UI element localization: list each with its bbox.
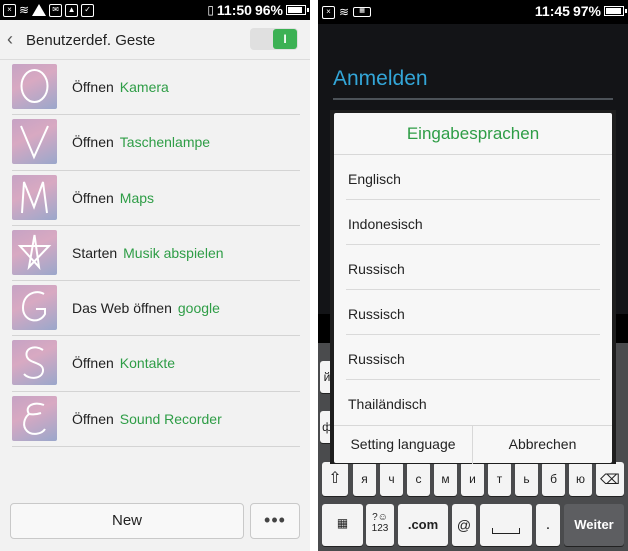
key[interactable]: и	[461, 462, 484, 496]
status-time: 11:50	[216, 2, 252, 18]
setting-language-button[interactable]: Setting language	[334, 426, 473, 464]
toggle-knob: I	[273, 29, 297, 49]
battery-icon	[286, 5, 309, 15]
gesture-action: Das Web öffnen	[72, 300, 172, 317]
checkbox-icon: ✓	[81, 3, 95, 17]
notification-x-icon: ×	[322, 5, 335, 19]
space-key[interactable]	[480, 504, 532, 546]
gesture-action: Öffnen	[72, 355, 114, 372]
key[interactable]: т	[488, 462, 511, 496]
mail-icon: ✉	[49, 3, 63, 17]
gesture-row[interactable]: Öffnen Taschenlampe	[0, 115, 310, 171]
key[interactable]: я	[353, 462, 376, 496]
gesture-action: Starten	[72, 244, 118, 261]
gesture-e-icon	[12, 395, 57, 441]
symbols-bottom-label: 123	[371, 523, 389, 534]
shift-key[interactable]: ⇧	[322, 462, 348, 496]
language-item[interactable]: Thailändisch	[334, 380, 612, 425]
gesture-toggle[interactable]: I	[250, 28, 298, 50]
gesture-target: google	[177, 300, 220, 317]
wifi-icon: ≋	[339, 5, 350, 19]
gesture-star-icon	[12, 229, 57, 275]
gesture-target: Maps	[119, 189, 155, 206]
gesture-target: Taschenlampe	[119, 134, 211, 151]
gesture-target: Musik abspielen	[123, 244, 224, 261]
gesture-v-icon	[12, 119, 57, 165]
language-item[interactable]: Indonesisch	[334, 200, 612, 245]
image-icon: ▲	[65, 3, 79, 17]
language-label: Englisch	[348, 171, 401, 187]
title-underline	[333, 98, 613, 100]
battery-icon	[604, 6, 627, 16]
dialog-buttons: Setting language Abbrechen	[334, 425, 612, 464]
gesture-action: Öffnen	[72, 79, 114, 95]
gesture-s-icon	[12, 340, 57, 386]
notification-x-icon: ×	[3, 3, 16, 17]
header-bar: ‹ Benutzerdef. Geste I	[0, 20, 310, 60]
status-bar: × ≋ ▦ 11:45 97%	[318, 0, 628, 24]
status-time: 11:45	[534, 3, 570, 19]
gesture-target: Kontakte	[119, 355, 176, 372]
wifi-icon: ≋	[19, 3, 30, 17]
key[interactable]: б	[542, 462, 565, 496]
keyboard-notification-icon: ▦	[353, 7, 372, 17]
dot-com-key[interactable]: .com	[398, 504, 448, 546]
language-item[interactable]: Russisch	[334, 290, 612, 335]
symbols-key[interactable]: ?☺ 123	[366, 504, 394, 546]
battery-percent: 96%	[254, 2, 283, 18]
gesture-row[interactable]: Starten Musik abspielen	[0, 226, 310, 282]
key[interactable]: м	[434, 462, 457, 496]
keyboard-layout-icon: ▦	[336, 516, 349, 530]
key[interactable]: ь	[515, 462, 538, 496]
language-label: Indonesisch	[348, 216, 423, 232]
language-item[interactable]: Englisch	[334, 155, 612, 200]
language-item[interactable]: Russisch	[334, 245, 612, 290]
gesture-g-icon	[12, 285, 57, 331]
symbols-top-label: ?☺	[372, 512, 388, 523]
gesture-target: Kamera	[119, 79, 169, 95]
gesture-row[interactable]: Öffnen Maps	[0, 171, 310, 226]
vibrate-icon: ▯	[207, 3, 214, 17]
more-options-button[interactable]: •••	[250, 503, 300, 539]
status-bar: × ≋ ✉ ▲ ✓ ▯ 11:50 96%	[0, 0, 310, 20]
login-title: Anmelden	[333, 67, 428, 90]
bottom-bar: New •••	[0, 500, 310, 551]
language-list: Englisch Indonesisch Russisch Russisch R…	[334, 155, 612, 425]
cancel-button[interactable]: Abbrechen	[473, 426, 612, 464]
emoji-key[interactable]: ▦	[322, 504, 363, 546]
language-label: Thailändisch	[348, 396, 427, 412]
period-key[interactable]: .	[536, 504, 560, 546]
gesture-row[interactable]: Öffnen Sound Recorder	[0, 392, 310, 448]
gesture-m-icon	[12, 174, 57, 220]
gesture-list: Öffnen Kamera Öffnen Taschenlampe Öffnen Ma…	[0, 60, 310, 448]
battery-percent: 97%	[572, 3, 601, 19]
gesture-action: Öffnen	[72, 134, 114, 151]
page-title: Benutzerdef. Geste	[26, 32, 156, 49]
warning-icon	[32, 4, 47, 16]
key[interactable]: ю	[569, 462, 592, 496]
space-bar-icon	[492, 528, 520, 534]
gesture-target: Sound Recorder	[119, 410, 222, 427]
language-item[interactable]: Russisch	[334, 335, 612, 380]
gesture-action: Öffnen	[72, 189, 114, 206]
gesture-o-icon	[12, 64, 57, 109]
enter-key[interactable]: Weiter	[564, 504, 624, 546]
key[interactable]: с	[407, 462, 430, 496]
right-phone-screen: × ≋ ▦ 11:45 97% Anmelden й ф ⇧ я ч с м и…	[318, 0, 628, 551]
language-label: Russisch	[348, 306, 405, 322]
new-gesture-button[interactable]: New	[10, 503, 244, 539]
dialog-title: Eingabesprachen	[334, 113, 612, 155]
gesture-row[interactable]: Öffnen Kamera	[0, 60, 310, 116]
gesture-row[interactable]: Das Web öffnen google	[0, 281, 310, 337]
language-label: Russisch	[348, 351, 405, 367]
backspace-key[interactable]: ⌫	[596, 462, 624, 496]
gesture-row[interactable]: Öffnen Kontakte	[0, 336, 310, 392]
left-phone-screen: × ≋ ✉ ▲ ✓ ▯ 11:50 96% ‹ Benutzerdef. Ges…	[0, 0, 310, 551]
input-languages-dialog: Eingabesprachen Englisch Indonesisch Rus…	[334, 113, 612, 464]
key[interactable]: ч	[380, 462, 403, 496]
gesture-action: Öffnen	[72, 410, 114, 427]
back-chevron-icon[interactable]: ‹	[7, 29, 13, 50]
language-label: Russisch	[348, 261, 405, 277]
at-key[interactable]: @	[452, 504, 476, 546]
